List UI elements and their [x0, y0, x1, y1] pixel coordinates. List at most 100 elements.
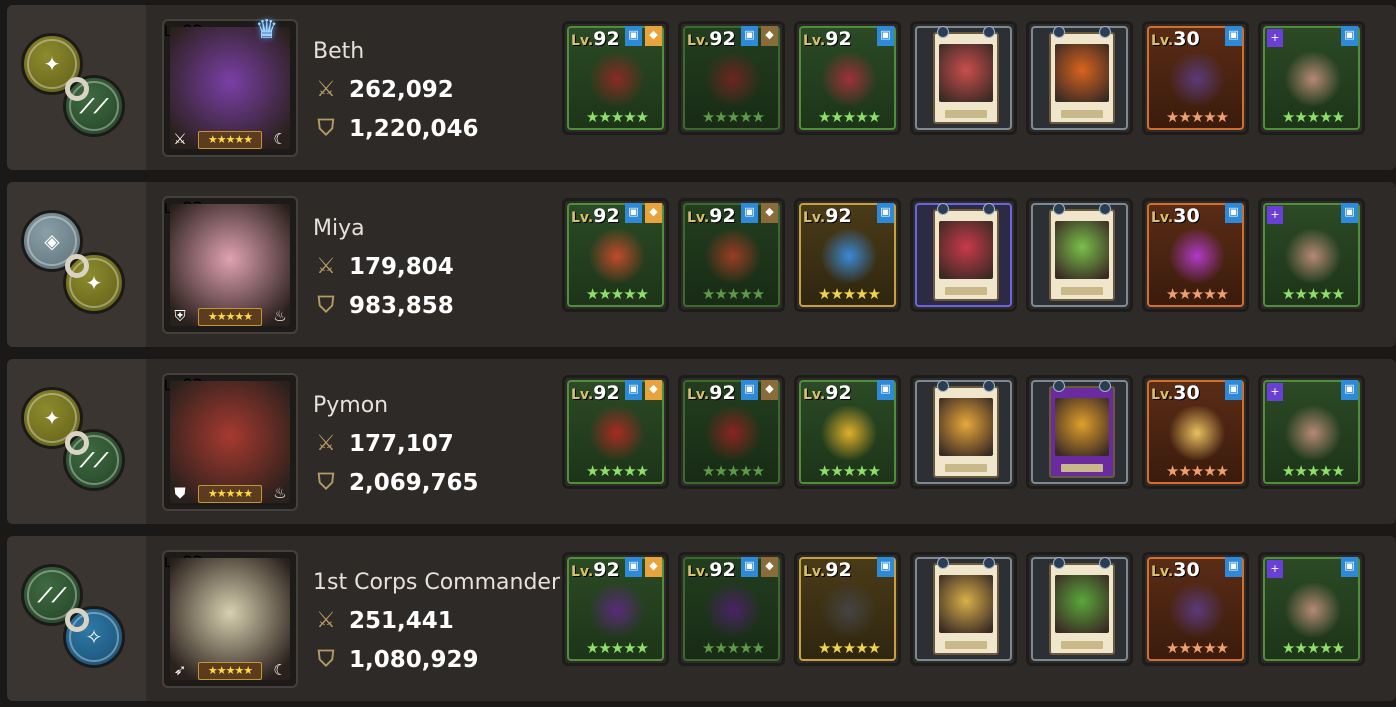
level-prefix: Lv. [571, 387, 594, 403]
hero-row[interactable]: ⟋⟋✧Lv.92➶★★★★★☾1st Corps Commander⚔251,4… [7, 536, 1396, 701]
hero-star-rating: ★★★★★ [198, 485, 262, 503]
synergy-link[interactable]: ✦ ⟋⟋ [21, 33, 131, 143]
item-level: Lv.92 [687, 382, 736, 404]
bookmark-icon: ▣ [877, 26, 894, 46]
weapon-slot[interactable]: Lv.92 ▣ ◆ ★★★★★ [562, 198, 669, 312]
item-level: Lv.30 [1151, 559, 1200, 581]
hero-star-rating: ★★★★★ [198, 131, 262, 149]
card-item [1049, 209, 1115, 301]
chain-link-icon [65, 254, 89, 278]
item-star-rating: ★★★★★ [817, 285, 881, 303]
attack-stat: ⚔ 251,441 [313, 608, 454, 634]
hero-row[interactable]: ◈✦Lv.92⛨★★★★★♨Miya⚔179,804⛉983,858Lv.92▣… [7, 182, 1396, 347]
card-caption [945, 287, 987, 295]
level-prefix: Lv. [1151, 387, 1174, 403]
level-prefix: Lv. [803, 387, 826, 403]
bookmark-icon: ▣ [1225, 203, 1242, 223]
card-caption [1061, 287, 1103, 295]
hero-portrait[interactable]: Lv.92⛨★★★★★♨ [162, 196, 298, 334]
card-slot[interactable] [1026, 198, 1133, 312]
weapon-slot[interactable]: Lv.92 ▣ ◆ ★★★★★ [678, 198, 785, 312]
bookmark-icon: ▣ [1225, 380, 1242, 400]
accessory-art [819, 583, 879, 637]
synergy-link[interactable]: ⟋⟋ ✧ [21, 564, 131, 674]
accessory-art [819, 406, 879, 460]
card-slot[interactable] [1026, 21, 1133, 135]
rune-badge-icon: ◆ [645, 557, 662, 577]
card-slot[interactable] [910, 198, 1017, 312]
fire-element-icon: ♨ [273, 307, 287, 325]
item-star-rating: ★★★★★ [1165, 108, 1229, 126]
weapon-slot[interactable]: Lv.92 ▣ ◆ ★★★★★ [562, 375, 669, 489]
card-corner-icon [1053, 380, 1065, 392]
hp-value: 1,220,046 [349, 116, 479, 142]
weapon-slot[interactable]: Lv.92 ▣ ◆ ★★★★★ [678, 552, 785, 666]
level-value: 92 [709, 559, 736, 581]
item-level: Lv.92 [803, 382, 852, 404]
item-star-rating: ★★★★★ [701, 639, 765, 657]
shield-icon: ⛉ [317, 470, 335, 495]
accessory-slot[interactable]: Lv.92 ▣ ★★★★★ [794, 375, 901, 489]
card-slot[interactable] [910, 21, 1017, 135]
shield-class-icon: ⛨ [174, 307, 186, 325]
card-slot[interactable] [910, 375, 1017, 489]
accessory-slot[interactable]: Lv.92 ▣ ★★★★★ [794, 552, 901, 666]
chain-link-icon [65, 431, 89, 455]
synergy-link[interactable]: ✦ ⟋⟋ [21, 387, 131, 497]
weapon-slot[interactable]: Lv.92 ▣ ◆ ★★★★★ [678, 375, 785, 489]
merch-art [1167, 583, 1227, 637]
card-item [1049, 386, 1115, 478]
merch-slot[interactable]: Lv.30 ▣ ★★★★★ [1142, 21, 1249, 135]
merch-slot[interactable]: Lv.30 ▣ ★★★★★ [1142, 552, 1249, 666]
bookmark-icon: ▣ [877, 380, 894, 400]
merch-slot[interactable]: Lv.30 ▣ ★★★★★ [1142, 198, 1249, 312]
rune-badge-icon: ◆ [645, 203, 662, 223]
weapon-art [703, 406, 763, 460]
weapon-slot[interactable]: Lv.92 ▣ ◆ ★★★★★ [562, 21, 669, 135]
accessory-slot[interactable]: Lv.92 ▣ ★★★★★ [794, 21, 901, 135]
crossed-swords-icon: ⚔ [316, 254, 336, 279]
hero-portrait[interactable]: Lv.92⛊★★★★★♨ [162, 373, 298, 511]
bookmark-icon: ▣ [625, 380, 642, 400]
item-star-rating: ★★★★★ [585, 639, 649, 657]
accessory-slot[interactable]: Lv.92 ▣ ★★★★★ [794, 198, 901, 312]
bookmark-icon: ▣ [877, 557, 894, 577]
card-corner-icon [983, 26, 995, 38]
hero-row[interactable]: ✦⟋⟋Lv.92⚔★★★★★☾♛Beth⚔262,092⛉1,220,046Lv… [7, 5, 1396, 170]
merch-art [1167, 406, 1227, 460]
relic-slot[interactable]: + ▣ ★★★★★ [1258, 198, 1365, 312]
shield-icon: ⛉ [317, 647, 335, 672]
level-prefix: Lv. [803, 564, 826, 580]
level-prefix: Lv. [803, 33, 826, 49]
card-slot[interactable] [910, 552, 1017, 666]
synergy-link[interactable]: ◈ ✦ [21, 210, 131, 320]
plus-badge-icon: + [1267, 560, 1283, 578]
relic-slot[interactable]: + ▣ ★★★★★ [1258, 552, 1365, 666]
relic-slot[interactable]: + ▣ ★★★★★ [1258, 21, 1365, 135]
level-value: 92 [593, 559, 620, 581]
attack-value: 179,804 [349, 254, 454, 280]
card-slot[interactable] [1026, 375, 1133, 489]
weapon-slot[interactable]: Lv.92 ▣ ◆ ★★★★★ [562, 552, 669, 666]
moon-element-icon: ☾ [273, 130, 287, 148]
level-prefix: Lv. [687, 564, 710, 580]
relic-art [1283, 229, 1343, 283]
fire-element-icon: ♨ [273, 484, 287, 502]
card-corner-icon [937, 26, 949, 38]
bookmark-icon: ▣ [741, 557, 758, 577]
weapon-slot[interactable]: Lv.92 ▣ ◆ ★★★★★ [678, 21, 785, 135]
hero-portrait[interactable]: Lv.92➶★★★★★☾ [162, 550, 298, 688]
relic-slot[interactable]: + ▣ ★★★★★ [1258, 375, 1365, 489]
hp-value: 983,858 [349, 293, 454, 319]
card-corner-icon [1099, 380, 1111, 392]
merch-slot[interactable]: Lv.30 ▣ ★★★★★ [1142, 375, 1249, 489]
bookmark-icon: ▣ [1341, 203, 1358, 223]
attack-value: 262,092 [349, 77, 454, 103]
card-caption [1061, 110, 1103, 118]
hero-lineup-list: ✦⟋⟋Lv.92⚔★★★★★☾♛Beth⚔262,092⛉1,220,046Lv… [0, 0, 1396, 707]
hero-row[interactable]: ✦⟋⟋Lv.92⛊★★★★★♨Pymon⚔177,107⛉2,069,765Lv… [7, 359, 1396, 524]
card-art [939, 44, 993, 102]
synergy-panel: ✦ ⟋⟋ [7, 359, 146, 524]
card-slot[interactable] [1026, 552, 1133, 666]
weapon-art [703, 229, 763, 283]
